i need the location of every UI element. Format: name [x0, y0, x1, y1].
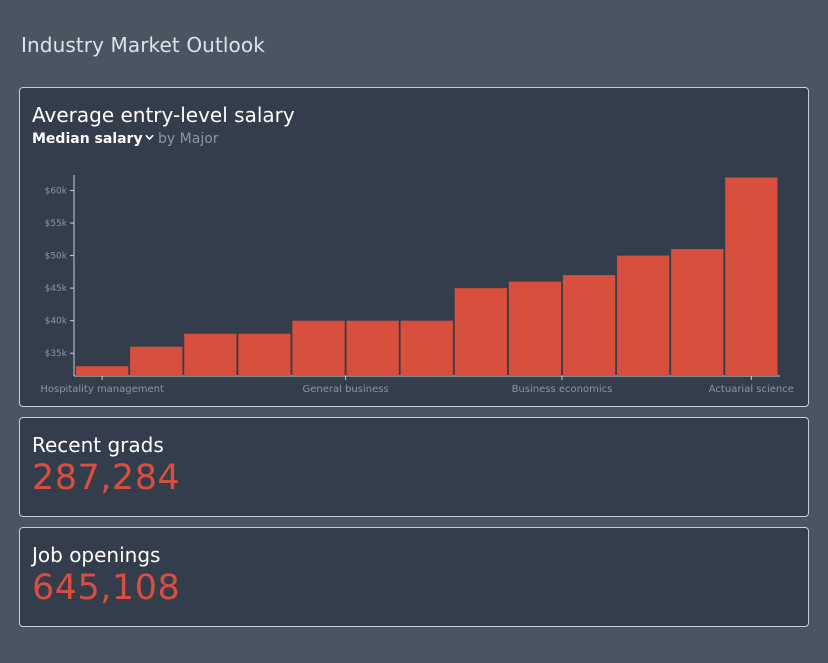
recent-grads-value: 287,284: [32, 458, 181, 498]
x-tick-label: Business economics: [512, 384, 613, 395]
salary-bar[interactable]: [76, 366, 129, 376]
salary-bar[interactable]: [184, 333, 237, 376]
salary-bar[interactable]: [671, 249, 724, 376]
salary-bar[interactable]: [508, 281, 562, 376]
salary-bar[interactable]: [292, 320, 345, 376]
job-openings-title: Job openings: [32, 543, 161, 567]
x-tick-label: General business: [303, 384, 389, 395]
x-tick-label: Actuarial science: [709, 384, 794, 395]
y-tick-label: $40k: [45, 317, 68, 327]
job-openings-card: Job openings 645,108: [19, 527, 809, 627]
salary-bar[interactable]: [725, 177, 778, 376]
salary-bar[interactable]: [400, 320, 453, 376]
salary-bar[interactable]: [346, 320, 399, 376]
y-tick-label: $55k: [45, 219, 68, 229]
y-tick-label: $50k: [45, 252, 68, 262]
salary-bar[interactable]: [454, 288, 507, 376]
salary-chart-card: Average entry-level salary Median salary…: [19, 87, 809, 407]
salary-bar[interactable]: [562, 275, 616, 376]
salary-bar[interactable]: [617, 255, 670, 376]
x-tick-label: Hospitality management: [40, 384, 164, 395]
page-title: Industry Market Outlook: [21, 33, 265, 57]
y-tick-label: $35k: [45, 349, 68, 359]
recent-grads-card: Recent grads 287,284: [19, 417, 809, 517]
salary-bar-chart: $35k $40k $45k $50k $55k $60k Hospitality mana…: [40, 175, 794, 395]
y-tick-label: $60k: [45, 187, 68, 197]
salary-bar[interactable]: [130, 346, 183, 376]
recent-grads-title: Recent grads: [32, 433, 164, 457]
salary-bar[interactable]: [238, 333, 291, 376]
job-openings-value: 645,108: [32, 568, 181, 608]
y-tick-label: $45k: [45, 284, 68, 294]
